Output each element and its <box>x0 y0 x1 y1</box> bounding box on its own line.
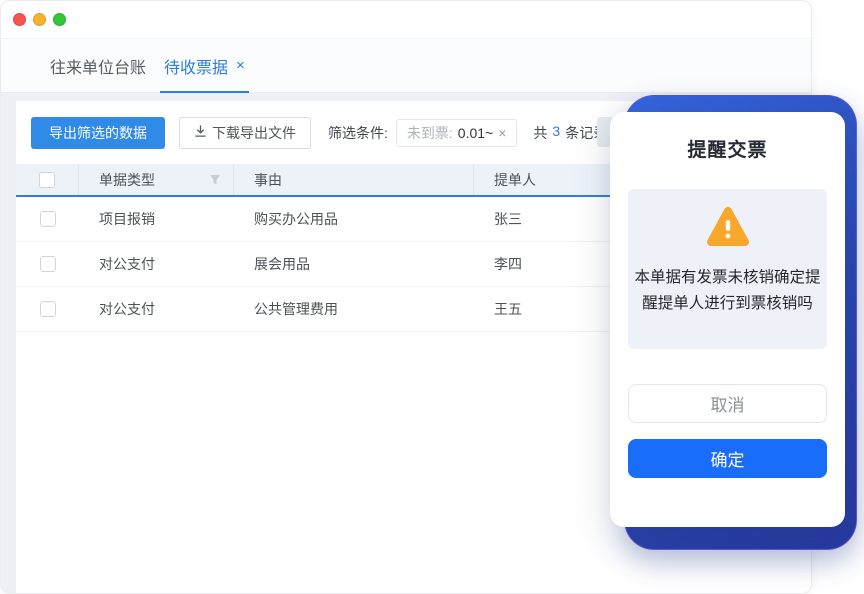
cell-doc-type: 对公支付 <box>79 254 234 274</box>
download-button-label: 下载导出文件 <box>212 123 296 143</box>
header-reason-label: 事由 <box>254 170 282 190</box>
cell-reason: 展会用品 <box>234 254 474 274</box>
dialog-message: 本单据有发票未核销确定提 醒提单人进行到票核销吗 <box>628 265 827 317</box>
download-export-file-button[interactable]: 下载导出文件 <box>179 117 311 149</box>
dialog-message-panel: 本单据有发票未核销确定提 醒提单人进行到票核销吗 <box>628 189 827 349</box>
cancel-button[interactable]: 取消 <box>628 384 827 423</box>
remind-invoice-dialog: 提醒交票 本单据有发票未核销确定提 醒提单人进行到票核销吗 取消 确定 <box>610 112 845 527</box>
header-select-all-cell <box>16 164 79 195</box>
header-reason: 事由 <box>234 164 474 195</box>
filter-funnel-icon[interactable] <box>209 174 221 186</box>
record-count-number: 3 <box>552 123 560 143</box>
cell-reason: 公共管理费用 <box>234 299 474 319</box>
filter-tag-value: 0.01~ <box>458 125 493 141</box>
minimize-window-button[interactable] <box>33 13 46 26</box>
filter-tag-close-icon[interactable]: × <box>498 125 506 141</box>
record-count-prefix: 共 <box>533 123 547 143</box>
tab-label: 往来单位台账 <box>50 54 146 78</box>
close-window-button[interactable] <box>13 13 26 26</box>
header-submitter-label: 提单人 <box>494 170 536 190</box>
row-checkbox[interactable] <box>40 301 56 317</box>
tab-label: 待收票据 <box>164 54 228 78</box>
cell-reason: 购买办公用品 <box>234 209 474 229</box>
cell-doc-type: 对公支付 <box>79 299 234 319</box>
download-icon <box>194 125 207 141</box>
zoom-window-button[interactable] <box>53 13 66 26</box>
filter-conditions-label: 筛选条件: <box>328 123 388 143</box>
header-doc-type: 单据类型 <box>79 164 234 195</box>
title-bar <box>1 1 811 38</box>
filter-tag: 未到票: 0.01~ × <box>396 119 518 147</box>
tab-counterparty-ledger[interactable]: 往来单位台账 <box>46 39 150 92</box>
filter-tag-name: 未到票: <box>407 123 453 143</box>
dialog-message-line: 本单据有发票未核销确定提 <box>628 265 827 291</box>
warning-icon <box>705 206 751 253</box>
tab-close-icon[interactable]: × <box>236 57 245 74</box>
confirm-button[interactable]: 确定 <box>628 439 827 478</box>
header-doc-type-label: 单据类型 <box>99 170 155 190</box>
tab-bar: 往来单位台账 待收票据 × <box>1 38 811 93</box>
tab-pending-invoices[interactable]: 待收票据 × <box>160 39 249 92</box>
export-filtered-data-button[interactable]: 导出筛选的数据 <box>31 117 165 149</box>
row-checkbox[interactable] <box>40 256 56 272</box>
cell-doc-type: 项目报销 <box>79 209 234 229</box>
dialog-message-line: 醒提单人进行到票核销吗 <box>628 291 827 317</box>
dialog-title: 提醒交票 <box>628 112 827 162</box>
row-checkbox[interactable] <box>40 211 56 227</box>
select-all-checkbox[interactable] <box>39 172 55 188</box>
